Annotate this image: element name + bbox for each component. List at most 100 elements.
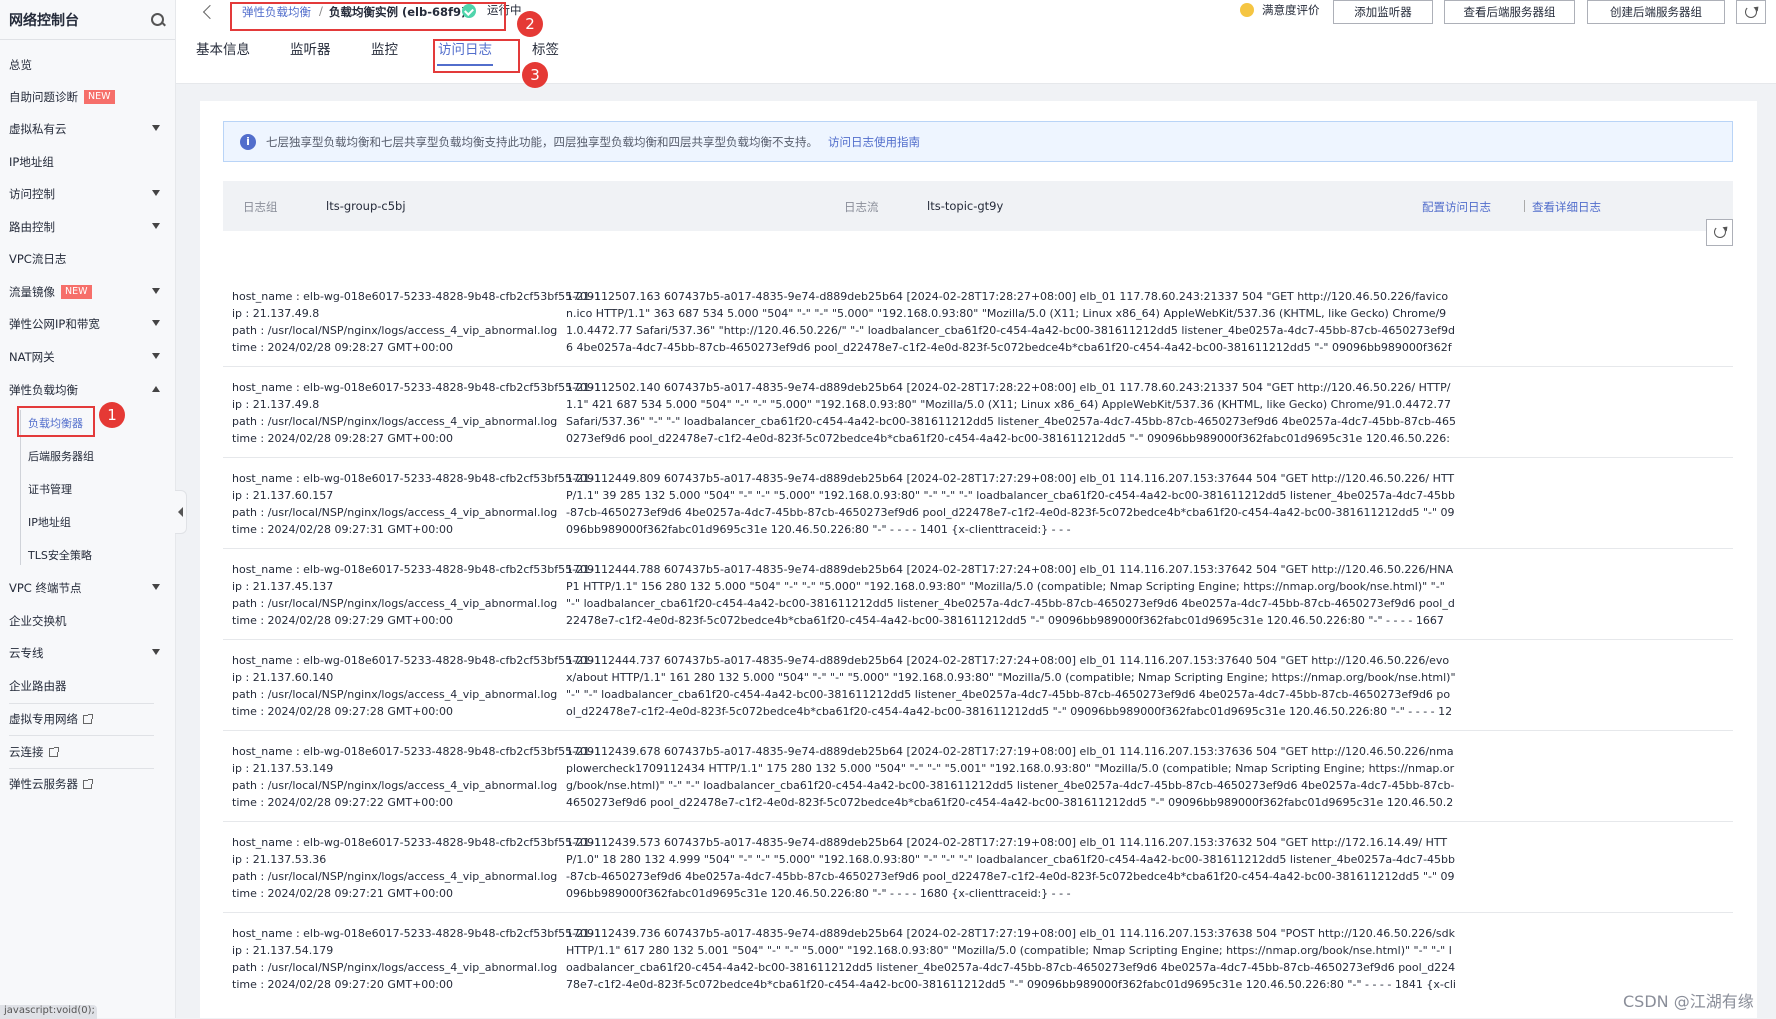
sidebar-collapse-handle[interactable] [175, 490, 187, 534]
sidebar-item-route-control[interactable]: 路由控制 [0, 217, 160, 237]
log-path: path : /usr/local/NSP/nginx/logs/access_… [232, 415, 558, 428]
log-host-name: host_name : elb-wg-018e6017-5233-4828-9b… [232, 381, 602, 394]
sidebar-item-traffic-mirror[interactable]: 流量镜像 NEW [0, 282, 160, 302]
sidebar-item-cloud-connect[interactable]: 云连接 [0, 742, 160, 762]
chevron-down-icon [152, 288, 160, 294]
sidebar-item-label: 云专线 [9, 646, 44, 660]
sidebar-subitem-ip-group[interactable]: IP地址组 [20, 512, 160, 532]
sidebar-item-direct-connect[interactable]: 云专线 [0, 643, 160, 663]
log-entry-meta: host_name : elb-wg-018e6017-5233-4828-9b… [232, 834, 602, 902]
sidebar-item-label: 访问控制 [9, 187, 55, 201]
sidebar-item-vpc[interactable]: 虚拟私有云 [0, 119, 160, 139]
sidebar-item-label: 企业路由器 [9, 679, 67, 693]
log-meta-bar: 日志组 lts-group-c5bj 日志流 lts-topic-gt9y 配置… [223, 181, 1733, 231]
annotation-number-1: 1 [99, 402, 125, 428]
tab-monitoring[interactable]: 监控 [371, 38, 398, 58]
sidebar-item-nat[interactable]: NAT网关 [0, 347, 160, 367]
log-host-name: host_name : elb-wg-018e6017-5233-4828-9b… [232, 472, 602, 485]
log-content: 1709112502.140 607437b5-a017-4835-9e74-d… [566, 381, 1456, 445]
chevron-down-icon [152, 584, 160, 590]
log-host-name: host_name : elb-wg-018e6017-5233-4828-9b… [232, 563, 602, 576]
log-entry-meta: host_name : elb-wg-018e6017-5233-4828-9b… [232, 652, 602, 720]
sidebar-item-vpn[interactable]: 虚拟专用网络 [0, 709, 160, 729]
notice-bar: i 七层独享型负载均衡和七层共享型负载均衡支持此功能，四层独享型负载均衡和四层共… [223, 121, 1733, 162]
notice-text: 七层独享型负载均衡和七层共享型负载均衡支持此功能，四层独享型负载均衡和四层共享型… [266, 134, 818, 149]
sidebar-item-access-control[interactable]: 访问控制 [0, 184, 160, 204]
external-link-icon [83, 713, 93, 724]
tab-tags[interactable]: 标签 [532, 38, 559, 58]
create-backend-group-button[interactable]: 创建后端服务器组 [1587, 0, 1725, 24]
sidebar-item-eip[interactable]: 弹性公网IP和带宽 [0, 314, 160, 334]
log-entry: host_name : elb-wg-018e6017-5233-4828-9b… [223, 822, 1733, 913]
log-content: 1709112444.737 607437b5-a017-4835-9e74-d… [566, 654, 1456, 718]
sidebar-item-label: VPC流日志 [9, 252, 67, 266]
sidebar-subitem-tls-policy[interactable]: TLS安全策略 [20, 545, 160, 565]
log-entry-meta: host_name : elb-wg-018e6017-5233-4828-9b… [232, 379, 602, 447]
log-entry-meta: host_name : elb-wg-018e6017-5233-4828-9b… [232, 743, 602, 811]
log-time: time : 2024/02/28 09:27:20 GMT+00:00 [232, 978, 453, 991]
sidebar-item-label: IP地址组 [9, 155, 54, 169]
divider [1524, 200, 1525, 212]
log-path: path : /usr/local/NSP/nginx/logs/access_… [232, 961, 558, 974]
tab-basic-info[interactable]: 基本信息 [196, 38, 250, 58]
sidebar-item-label: 总览 [9, 58, 32, 72]
chevron-down-icon [152, 320, 160, 326]
tab-listeners[interactable]: 监听器 [290, 38, 331, 58]
sidebar-item-elb[interactable]: 弹性负载均衡 [0, 380, 160, 400]
annotation-number-2: 2 [517, 11, 543, 37]
sidebar-item-label: 弹性云服务器 [9, 777, 78, 791]
log-time: time : 2024/02/28 09:27:29 GMT+00:00 [232, 614, 453, 627]
log-group-label: 日志组 [243, 200, 278, 214]
log-host-name: host_name : elb-wg-018e6017-5233-4828-9b… [232, 290, 602, 303]
log-content: 1709112449.809 607437b5-a017-4835-9e74-d… [566, 472, 1455, 536]
log-content: 1709112439.736 607437b5-a017-4835-9e74-d… [566, 927, 1456, 991]
sidebar-item-label: 证书管理 [28, 483, 72, 496]
watermark: CSDN @江湖有缘 [1623, 992, 1754, 1011]
add-listener-button[interactable]: 添加监听器 [1333, 0, 1433, 24]
sidebar-item-vpc-endpoint[interactable]: VPC 终端节点 [0, 578, 160, 598]
log-ip: ip : 21.137.53.149 [232, 762, 334, 775]
sidebar-subitem-certificate[interactable]: 证书管理 [20, 479, 160, 499]
sidebar: 网络控制台 总览 自助问题诊断 NEW 虚拟私有云 IP地址组 访问控制 路由控制… [0, 0, 176, 1019]
log-host-name: host_name : elb-wg-018e6017-5233-4828-9b… [232, 836, 602, 849]
sidebar-subitem-backend-group[interactable]: 后端服务器组 [20, 446, 160, 466]
log-entry: host_name : elb-wg-018e6017-5233-4828-9b… [223, 458, 1733, 549]
log-entry-meta: host_name : elb-wg-018e6017-5233-4828-9b… [232, 288, 602, 356]
log-entry: host_name : elb-wg-018e6017-5233-4828-9b… [223, 731, 1733, 822]
sidebar-item-label: 后端服务器组 [28, 450, 94, 463]
log-stream-value: lts-topic-gt9y [927, 199, 1004, 213]
log-path: path : /usr/local/NSP/nginx/logs/access_… [232, 597, 558, 610]
log-content: 1709112439.678 607437b5-a017-4835-9e74-d… [566, 745, 1455, 809]
smiley-icon [1240, 3, 1254, 17]
refresh-button[interactable] [1736, 0, 1766, 24]
log-host-name: host_name : elb-wg-018e6017-5233-4828-9b… [232, 654, 602, 667]
search-icon[interactable] [150, 12, 166, 28]
log-refresh-button[interactable] [1706, 219, 1733, 246]
log-entry: host_name : elb-wg-018e6017-5233-4828-9b… [223, 913, 1733, 1004]
log-host-name: host_name : elb-wg-018e6017-5233-4828-9b… [232, 745, 602, 758]
sidebar-item-vpc-flow-log[interactable]: VPC流日志 [0, 249, 160, 269]
sidebar-item-overview[interactable]: 总览 [0, 55, 160, 75]
access-log-panel: i 七层独享型负载均衡和七层共享型负载均衡支持此功能，四层独享型负载均衡和四层共… [200, 101, 1757, 1018]
log-path: path : /usr/local/NSP/nginx/logs/access_… [232, 324, 558, 337]
view-detailed-log-link[interactable]: 查看详细日志 [1532, 199, 1601, 215]
log-entry: host_name : elb-wg-018e6017-5233-4828-9b… [223, 276, 1733, 367]
sidebar-item-enterprise-router[interactable]: 企业路由器 [0, 676, 160, 696]
log-entry-meta: host_name : elb-wg-018e6017-5233-4828-9b… [232, 925, 602, 993]
satisfaction-label: 满意度评价 [1262, 3, 1320, 17]
annotation-number-3: 3 [522, 62, 548, 88]
log-ip: ip : 21.137.60.157 [232, 489, 334, 502]
sidebar-item-enterprise-switch[interactable]: 企业交换机 [0, 611, 160, 631]
annotation-box-1 [17, 406, 95, 437]
chevron-down-icon [152, 649, 160, 655]
configure-access-log-link[interactable]: 配置访问日志 [1422, 199, 1491, 215]
access-log-guide-link[interactable]: 访问日志使用指南 [828, 134, 920, 150]
log-ip: ip : 21.137.45.137 [232, 580, 334, 593]
chevron-down-icon [152, 353, 160, 359]
sidebar-item-diagnosis[interactable]: 自助问题诊断 NEW [0, 87, 160, 107]
info-icon: i [240, 133, 256, 150]
sidebar-item-ecs[interactable]: 弹性云服务器 [0, 774, 160, 794]
sidebar-item-ip-group[interactable]: IP地址组 [0, 152, 160, 172]
view-backend-group-button[interactable]: 查看后端服务器组 [1444, 0, 1575, 24]
satisfaction-link[interactable]: 满意度评价 [1240, 2, 1320, 18]
